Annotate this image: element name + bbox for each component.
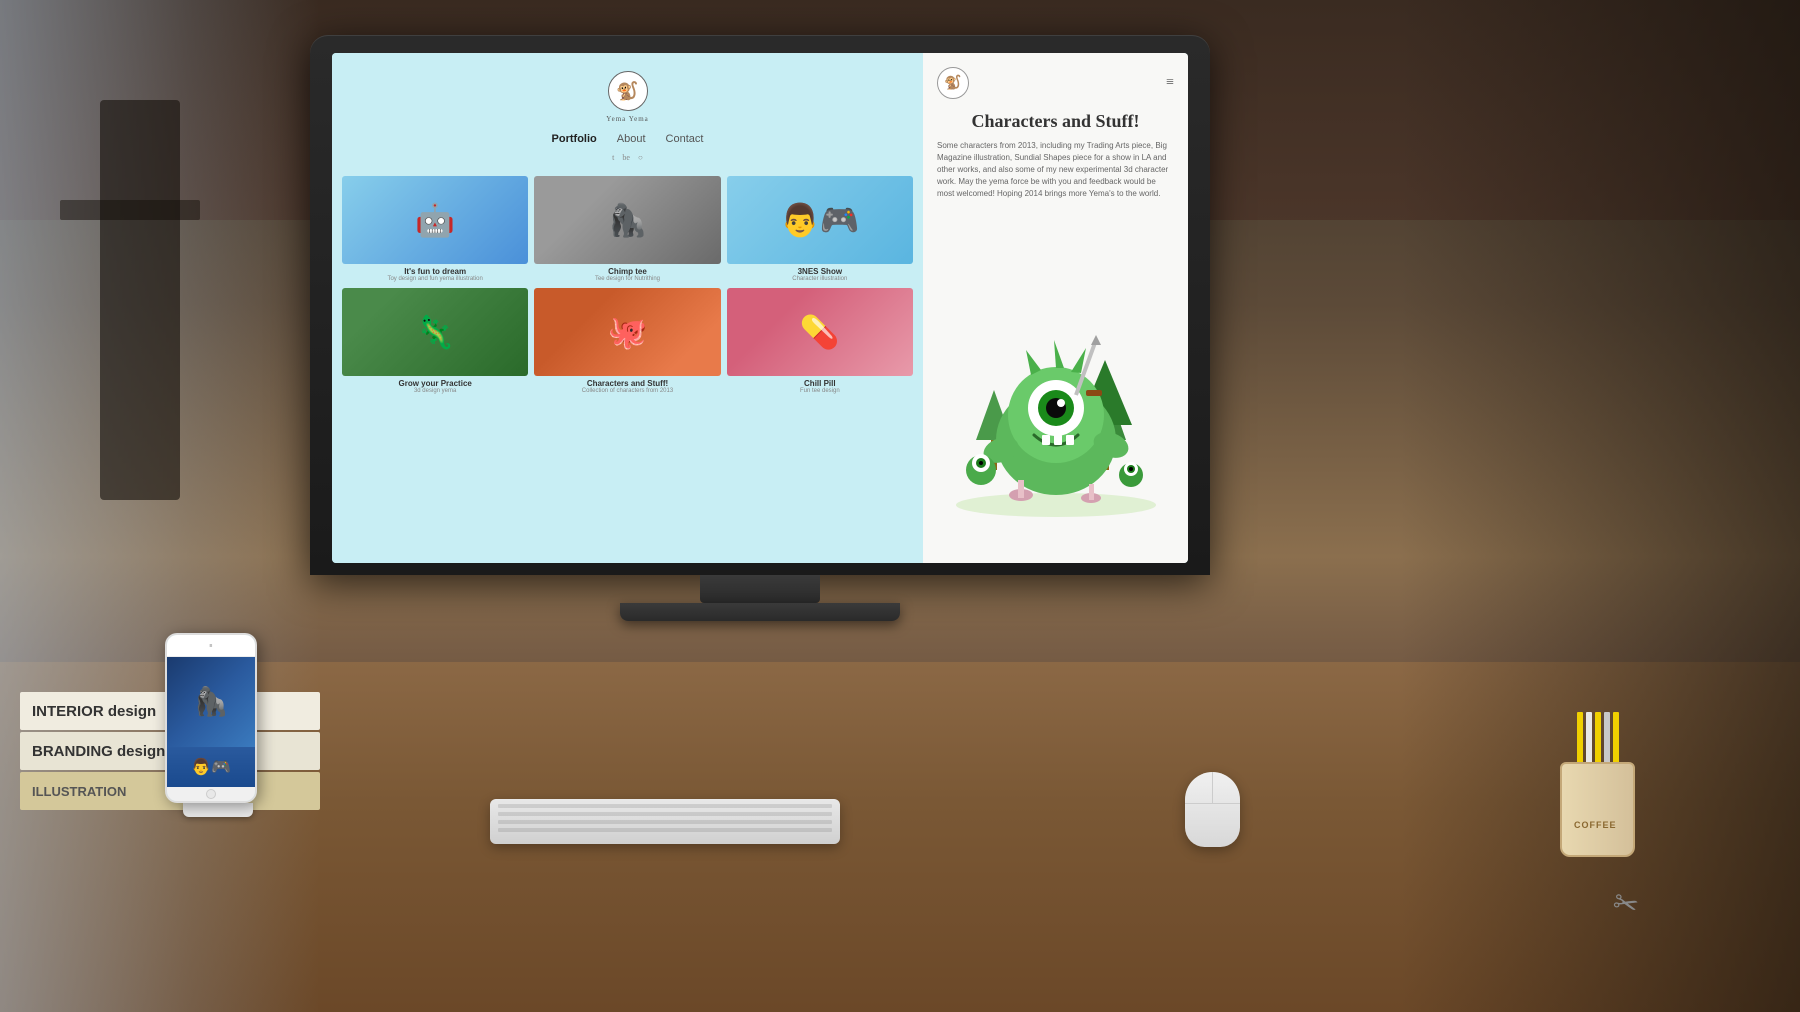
thumb-chimp: 🦍 <box>534 176 720 264</box>
portfolio-item-2[interactable]: 🦍 Chimp tee Tee design for Nutrithing <box>534 176 720 282</box>
thumb-grow: 🦎 <box>342 288 528 376</box>
thumb-dream-image: 🤖 <box>342 176 528 264</box>
portfolio-title-3: 3NES Show <box>727 267 913 276</box>
bg-right-shadow <box>1400 0 1800 1012</box>
portfolio-item-5[interactable]: 🐙 Characters and Stuff! Collection of ch… <box>534 288 720 394</box>
portfolio-subtitle-1: Toy design and fun yema illustration <box>342 276 528 282</box>
portfolio-item-4[interactable]: 🦎 Grow your Practice 3d design yema <box>342 288 528 394</box>
pencil-1 <box>1577 712 1583 767</box>
phone: ≡ 🦍 👨‍🎮 <box>165 633 270 817</box>
monitor-screen: 🐒 Yema Yema Portfolio About Contact t be… <box>332 53 1188 563</box>
pencil-3 <box>1595 712 1601 767</box>
monitor-frame: 🐒 Yema Yema Portfolio About Contact t be… <box>310 35 1210 575</box>
thumb-characters-image: 🐙 <box>534 288 720 376</box>
nav-about[interactable]: About <box>617 133 646 145</box>
thumb-chill: 💊 <box>727 288 913 376</box>
site-navigation: Portfolio About Contact <box>552 133 704 145</box>
nav-contact[interactable]: Contact <box>666 133 704 145</box>
portfolio-grid: 🤖 It's fun to dream Toy design and fun y… <box>342 176 913 394</box>
right-logo: 🐒 <box>937 67 969 99</box>
portfolio-item-6[interactable]: 💊 Chill Pill Fun tee design <box>727 288 913 394</box>
site-right-panel: 🐒 ≡ Characters and Stuff! Some character… <box>923 53 1188 563</box>
background-scene: INTERIOR design BRANDING design ILLUSTRA… <box>0 0 1800 1012</box>
portfolio-title-1: It's fun to dream <box>342 267 528 276</box>
thumb-chimp-image: 🦍 <box>534 176 720 264</box>
portfolio-subtitle-2: Tee design for Nutrithing <box>534 276 720 282</box>
hamburger-menu[interactable]: ≡ <box>1166 75 1174 91</box>
phone-home-bar <box>167 787 255 801</box>
portfolio-title-5: Characters and Stuff! <box>534 379 720 388</box>
portfolio-subtitle-4: 3d design yema <box>342 388 528 394</box>
portfolio-item-3[interactable]: 👨‍🎮 3NES Show Character illustration <box>727 176 913 282</box>
portfolio-title-4: Grow your Practice <box>342 379 528 388</box>
phone-header: ≡ <box>167 635 255 657</box>
site-logo-text: Yema Yema <box>606 115 649 123</box>
phone-content: 🦍 <box>167 657 255 747</box>
monitor: 🐒 Yema Yema Portfolio About Contact t be… <box>310 35 1210 621</box>
nav-portfolio[interactable]: Portfolio <box>552 133 597 145</box>
right-panel-title: Characters and Stuff! <box>937 111 1174 132</box>
pencil-4 <box>1604 712 1610 767</box>
site-social-icons: t be ○ <box>612 153 643 162</box>
thumb-3nes: 👨‍🎮 <box>727 176 913 264</box>
monster-svg <box>946 240 1166 520</box>
pencil-2 <box>1586 712 1592 767</box>
pencils <box>1555 712 1640 767</box>
phone-home-button <box>206 789 216 799</box>
monitor-stand-neck <box>700 575 820 603</box>
right-panel-header: 🐒 ≡ <box>937 67 1174 99</box>
portfolio-subtitle-3: Character illustration <box>727 276 913 282</box>
behance-icon[interactable]: be <box>622 153 630 162</box>
portfolio-subtitle-5: Collection of characters from 2013 <box>534 388 720 394</box>
circle-icon[interactable]: ○ <box>638 153 643 162</box>
pencil-5 <box>1613 712 1619 767</box>
thumb-grow-image: 🦎 <box>342 288 528 376</box>
portfolio-title-2: Chimp tee <box>534 267 720 276</box>
pencil-cup: COFFEE <box>1555 727 1640 857</box>
thumb-3nes-image: 👨‍🎮 <box>727 176 913 264</box>
site-logo: 🐒 <box>608 71 648 111</box>
thumb-characters: 🐙 <box>534 288 720 376</box>
right-illustration <box>937 210 1174 549</box>
mouse <box>1185 772 1240 847</box>
phone-screen: ≡ 🦍 👨‍🎮 <box>167 635 255 801</box>
thumb-dream: 🤖 <box>342 176 528 264</box>
cup-label: COFFEE <box>1574 820 1617 830</box>
right-panel-body: Some characters from 2013, including my … <box>937 140 1174 200</box>
cup-body: COFFEE <box>1560 762 1635 857</box>
portfolio-item-1[interactable]: 🤖 It's fun to dream Toy design and fun y… <box>342 176 528 282</box>
portfolio-title-6: Chill Pill <box>727 379 913 388</box>
site-left-panel: 🐒 Yema Yema Portfolio About Contact t be… <box>332 53 923 563</box>
thumb-chill-image: 💊 <box>727 288 913 376</box>
portfolio-subtitle-6: Fun tee design <box>727 388 913 394</box>
monitor-stand-base <box>620 603 900 621</box>
twitter-icon[interactable]: t <box>612 153 614 162</box>
phone-body: ≡ 🦍 👨‍🎮 <box>165 633 257 803</box>
keyboard <box>490 799 840 844</box>
